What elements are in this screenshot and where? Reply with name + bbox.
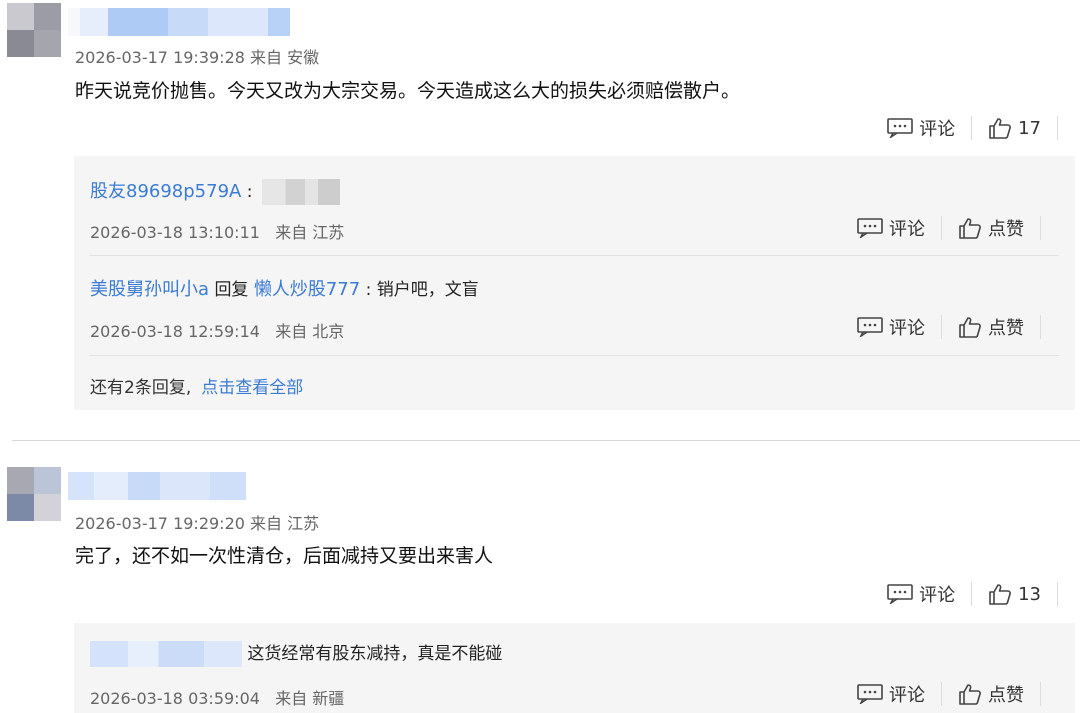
reply-actions: 评论 点赞 bbox=[857, 216, 1041, 240]
reply-label: 评论 bbox=[889, 318, 925, 339]
comment-time: 2026-03-17 19:29:20 bbox=[75, 514, 245, 533]
comment-text: 昨天说竞价抛售。今天又改为大宗交易。今天造成这么大的损失必须赔偿散户。 bbox=[75, 80, 741, 102]
reply-header: 这货经常有股东减持，真是不能碰 bbox=[90, 639, 502, 667]
like-label: 点赞 bbox=[988, 219, 1024, 240]
reply-list: 股友89698p579A : 2026-03-18 13:10:11 来自 江苏… bbox=[74, 156, 1075, 410]
like-button[interactable]: 点赞 bbox=[958, 215, 1024, 241]
comment-actions: 评论 13 bbox=[887, 582, 1058, 606]
reply-item: 美股舅孙叫小a 回复 懒人炒股777 : 销户吧，文盲 2026-03-18 1… bbox=[90, 256, 1059, 356]
comment-actions: 评论 17 bbox=[887, 116, 1058, 140]
comment-divider bbox=[12, 440, 1080, 441]
comment-meta: 2026-03-17 19:29:20 来自 江苏 bbox=[75, 510, 319, 534]
divider bbox=[1040, 682, 1041, 706]
divider bbox=[941, 315, 942, 339]
reply-meta: 2026-03-18 03:59:04 来自 新疆 bbox=[90, 685, 344, 709]
reply-meta: 2026-03-18 12:59:14 来自 北京 bbox=[90, 318, 344, 342]
divider bbox=[1057, 116, 1058, 140]
divider bbox=[1057, 582, 1058, 606]
reply-button[interactable]: 评论 bbox=[887, 581, 955, 607]
like-button[interactable]: 17 bbox=[988, 117, 1041, 139]
reply-button[interactable]: 评论 bbox=[857, 215, 925, 241]
reply-label: 评论 bbox=[889, 219, 925, 240]
comment-icon bbox=[857, 218, 883, 238]
reply-time: 2026-03-18 12:59:14 bbox=[90, 322, 260, 341]
reply-meta: 2026-03-18 13:10:11 来自 江苏 bbox=[90, 219, 344, 243]
comment-meta: 2026-03-17 19:39:28 来自 安徽 bbox=[75, 44, 319, 68]
thumbs-up-icon bbox=[959, 684, 981, 705]
reply-location: 来自 江苏 bbox=[275, 223, 345, 242]
like-count: 13 bbox=[1018, 583, 1041, 605]
like-button[interactable]: 13 bbox=[988, 583, 1041, 605]
reply-button[interactable]: 评论 bbox=[857, 681, 925, 707]
reply-label: 评论 bbox=[889, 685, 925, 706]
reply-button[interactable]: 评论 bbox=[857, 314, 925, 340]
reply-time: 2026-03-18 13:10:11 bbox=[90, 223, 260, 242]
divider bbox=[971, 582, 973, 606]
reply-actions: 评论 点赞 bbox=[857, 682, 1041, 706]
reply-location: 来自 北京 bbox=[275, 322, 345, 341]
reply-text-blurred bbox=[261, 179, 340, 205]
thumbs-up-icon bbox=[959, 218, 981, 239]
username-blurred[interactable] bbox=[68, 472, 246, 500]
reply-actions: 评论 点赞 bbox=[857, 315, 1041, 339]
username-blurred[interactable] bbox=[68, 8, 290, 36]
reply-text: : 销户吧，文盲 bbox=[365, 280, 479, 300]
reply-header: 美股舅孙叫小a 回复 懒人炒股777 : 销户吧，文盲 bbox=[90, 275, 479, 301]
reply-location: 来自 新疆 bbox=[275, 689, 345, 708]
thumbs-up-icon bbox=[989, 584, 1012, 605]
reply-word: 回复 bbox=[214, 280, 249, 300]
reply-colon: : bbox=[246, 182, 253, 202]
like-button[interactable]: 点赞 bbox=[958, 314, 1024, 340]
like-label: 点赞 bbox=[988, 318, 1024, 339]
view-all-link[interactable]: 点击查看全部 bbox=[201, 378, 303, 398]
like-button[interactable]: 点赞 bbox=[958, 681, 1024, 707]
avatar[interactable] bbox=[7, 467, 61, 521]
reply-time: 2026-03-18 03:59:04 bbox=[90, 689, 260, 708]
more-replies-text: 还有2条回复, bbox=[90, 378, 192, 398]
thumbs-up-icon bbox=[989, 118, 1012, 139]
reply-item: 股友89698p579A : 2026-03-18 13:10:11 来自 江苏… bbox=[90, 156, 1059, 256]
divider bbox=[1040, 216, 1041, 240]
reply-item: 这货经常有股东减持，真是不能碰 2026-03-18 03:59:04 来自 新… bbox=[90, 623, 1059, 713]
reply-username[interactable]: 美股舅孙叫小a bbox=[90, 279, 209, 300]
reply-label: 评论 bbox=[919, 119, 956, 140]
comment-icon bbox=[887, 118, 913, 138]
avatar[interactable] bbox=[7, 3, 61, 57]
like-label: 点赞 bbox=[988, 685, 1024, 706]
reply-username[interactable]: 股友89698p579A bbox=[90, 181, 241, 202]
reply-target-username[interactable]: 懒人炒股777 bbox=[254, 279, 360, 300]
like-count: 17 bbox=[1018, 117, 1041, 139]
reply-button[interactable]: 评论 bbox=[887, 115, 955, 141]
comment-text: 完了，还不如一次性清仓，后面减持又要出来害人 bbox=[75, 545, 494, 567]
more-replies: 还有2条回复, 点击查看全部 bbox=[90, 373, 303, 398]
divider bbox=[971, 116, 973, 140]
reply-text: 这货经常有股东减持，真是不能碰 bbox=[247, 644, 503, 664]
reply-label: 评论 bbox=[919, 585, 956, 606]
comment-icon bbox=[887, 584, 913, 604]
comment-icon bbox=[857, 317, 883, 337]
reply-header: 股友89698p579A : bbox=[90, 177, 340, 205]
reply-username-blurred[interactable] bbox=[90, 641, 242, 667]
divider bbox=[1040, 315, 1041, 339]
divider bbox=[941, 216, 942, 240]
comment-location: 来自 安徽 bbox=[250, 48, 320, 67]
comment-time: 2026-03-17 19:39:28 bbox=[75, 48, 245, 67]
reply-divider bbox=[90, 355, 1059, 356]
comment-icon bbox=[857, 684, 883, 704]
reply-list: 这货经常有股东减持，真是不能碰 2026-03-18 03:59:04 来自 新… bbox=[74, 623, 1075, 713]
comment-location: 来自 江苏 bbox=[250, 514, 320, 533]
thumbs-up-icon bbox=[959, 317, 981, 338]
divider bbox=[941, 682, 942, 706]
